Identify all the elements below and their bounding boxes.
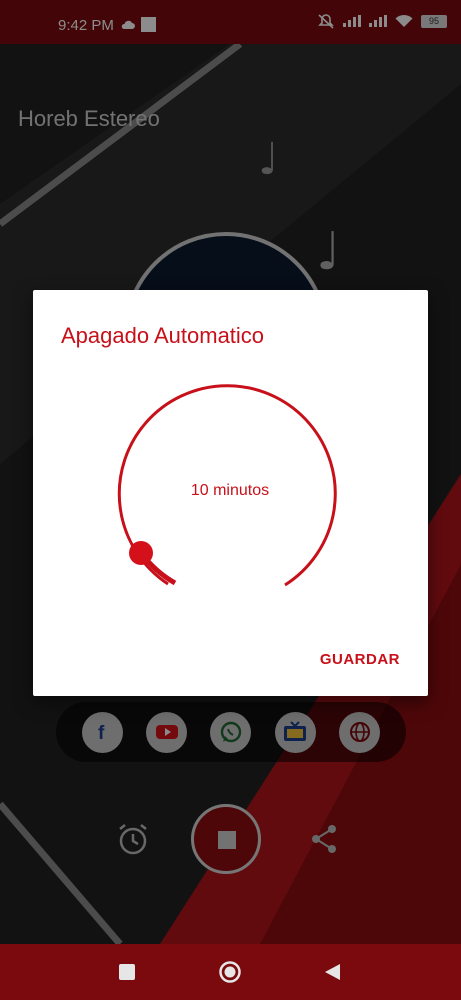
dialog-title: Apagado Automatico [61,323,265,348]
save-button[interactable]: GUARDAR [320,651,400,668]
back-icon[interactable] [322,962,342,982]
timer-value: 10 minutos [190,482,270,499]
sleep-timer-dialog: Apagado Automatico 10 minutos GUARDAR [33,290,428,696]
navigation-bar [0,944,461,1000]
recents-icon[interactable] [118,963,136,981]
home-icon[interactable] [218,960,242,984]
timer-dial-handle [129,541,153,565]
